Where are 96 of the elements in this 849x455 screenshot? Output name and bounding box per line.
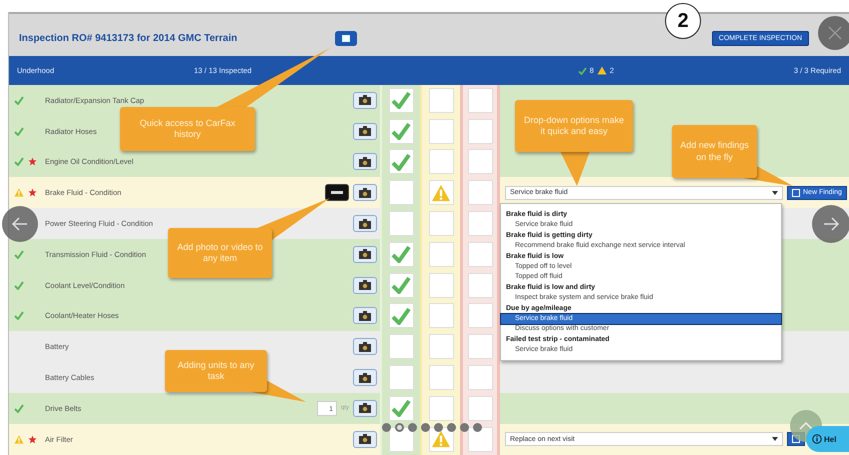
camera-icon	[359, 403, 371, 414]
camera-icon	[359, 156, 371, 167]
warning-checkbox[interactable]	[428, 242, 454, 267]
camera-button[interactable]	[353, 276, 377, 294]
warning-checkbox[interactable]	[428, 180, 454, 206]
fail-checkbox[interactable]	[468, 88, 492, 113]
check-icon	[391, 122, 411, 140]
check-icon	[14, 96, 24, 105]
fail-checkbox[interactable]	[468, 118, 492, 144]
warning-icon	[14, 434, 24, 444]
ok-checkbox[interactable]	[388, 118, 414, 144]
warning-icon	[431, 184, 451, 202]
camera-button[interactable]	[353, 184, 377, 202]
warning-checkbox[interactable]	[428, 118, 454, 144]
arrow-right-icon	[822, 215, 840, 233]
warning-icon	[14, 188, 24, 198]
camera-icon	[359, 310, 371, 321]
camera-button[interactable]	[353, 153, 377, 170]
info-icon	[812, 434, 822, 444]
check-icon	[14, 404, 24, 413]
video-thumbnail-icon	[329, 189, 345, 196]
camera-icon	[359, 218, 371, 229]
camera-button[interactable]	[353, 430, 377, 448]
fail-checkbox[interactable]	[468, 426, 492, 452]
close-icon	[827, 25, 843, 41]
fail-checkbox[interactable]	[468, 180, 492, 206]
ok-checkbox[interactable]	[388, 149, 414, 174]
camera-icon	[359, 372, 371, 383]
fail-checkbox[interactable]	[468, 272, 492, 298]
camera-icon	[359, 342, 371, 352]
callout: Quick access to CarFax history	[120, 107, 255, 151]
camera-icon	[359, 95, 371, 106]
check-icon	[391, 152, 411, 171]
ok-checkbox[interactable]	[388, 426, 414, 452]
check-icon	[391, 306, 411, 325]
check-icon	[391, 399, 411, 418]
fail-checkbox[interactable]	[468, 396, 492, 421]
inspection-title: Inspection RO# 9413173 for 2014 GMC Terrain	[19, 32, 238, 44]
camera-button[interactable]	[353, 215, 377, 232]
callout-pointer	[560, 151, 590, 186]
fail-checkbox[interactable]	[468, 334, 492, 360]
ok-checkbox[interactable]	[388, 88, 414, 113]
camera-button[interactable]	[353, 92, 377, 109]
warning-checkbox[interactable]	[428, 211, 454, 236]
ok-checkbox[interactable]	[388, 334, 414, 360]
ok-checkbox[interactable]	[388, 303, 414, 328]
check-icon	[14, 157, 24, 166]
warning-checkbox[interactable]	[428, 149, 454, 174]
camera-button[interactable]	[353, 246, 377, 263]
figure-number: 2	[665, 3, 701, 39]
video-button[interactable]	[325, 184, 349, 202]
check-icon	[14, 280, 24, 290]
warning-icon	[596, 66, 607, 75]
warning-checkbox[interactable]	[428, 272, 454, 298]
warning-checkbox[interactable]	[428, 334, 454, 360]
arrow-left-icon	[11, 215, 29, 233]
camera-button[interactable]	[353, 338, 377, 356]
camera-button[interactable]	[353, 400, 377, 417]
ok-checkbox[interactable]	[388, 180, 414, 206]
camera-icon	[359, 126, 371, 136]
fail-checkbox[interactable]	[468, 211, 492, 236]
caret-icon	[772, 190, 778, 195]
camera-button[interactable]	[353, 122, 377, 140]
check-icon	[14, 126, 24, 136]
caret-icon	[772, 437, 778, 442]
check-icon	[578, 66, 587, 74]
camera-icon	[359, 434, 371, 444]
check-icon	[14, 311, 24, 320]
check-icon	[14, 250, 24, 259]
check-icon	[391, 91, 411, 110]
ok-checkbox[interactable]	[388, 242, 414, 267]
ok-checkbox[interactable]	[388, 211, 414, 236]
fail-checkbox[interactable]	[468, 242, 492, 267]
check-icon	[391, 245, 411, 264]
warning-icon	[431, 430, 451, 448]
warning-checkbox[interactable]	[428, 303, 454, 328]
camera-icon	[359, 249, 371, 260]
fail-checkbox[interactable]	[468, 303, 492, 328]
report-button[interactable]	[335, 30, 357, 46]
camera-button[interactable]	[353, 369, 377, 386]
document-icon	[342, 34, 350, 42]
camera-icon	[359, 188, 371, 198]
warning-checkbox[interactable]	[428, 396, 454, 421]
warning-checkbox[interactable]	[428, 365, 454, 390]
help-button[interactable]: Hel	[806, 426, 849, 452]
camera-icon	[359, 280, 371, 290]
camera-button[interactable]	[353, 307, 377, 324]
fail-checkbox[interactable]	[468, 365, 492, 390]
callout: Add photo or video to any item	[168, 228, 272, 278]
square-icon	[792, 188, 800, 197]
check-icon	[391, 276, 411, 294]
ok-checkbox[interactable]	[388, 272, 414, 298]
ok-checkbox[interactable]	[388, 365, 414, 390]
ok-checkbox[interactable]	[388, 396, 414, 421]
fail-checkbox[interactable]	[468, 149, 492, 174]
warning-checkbox[interactable]	[428, 88, 454, 113]
